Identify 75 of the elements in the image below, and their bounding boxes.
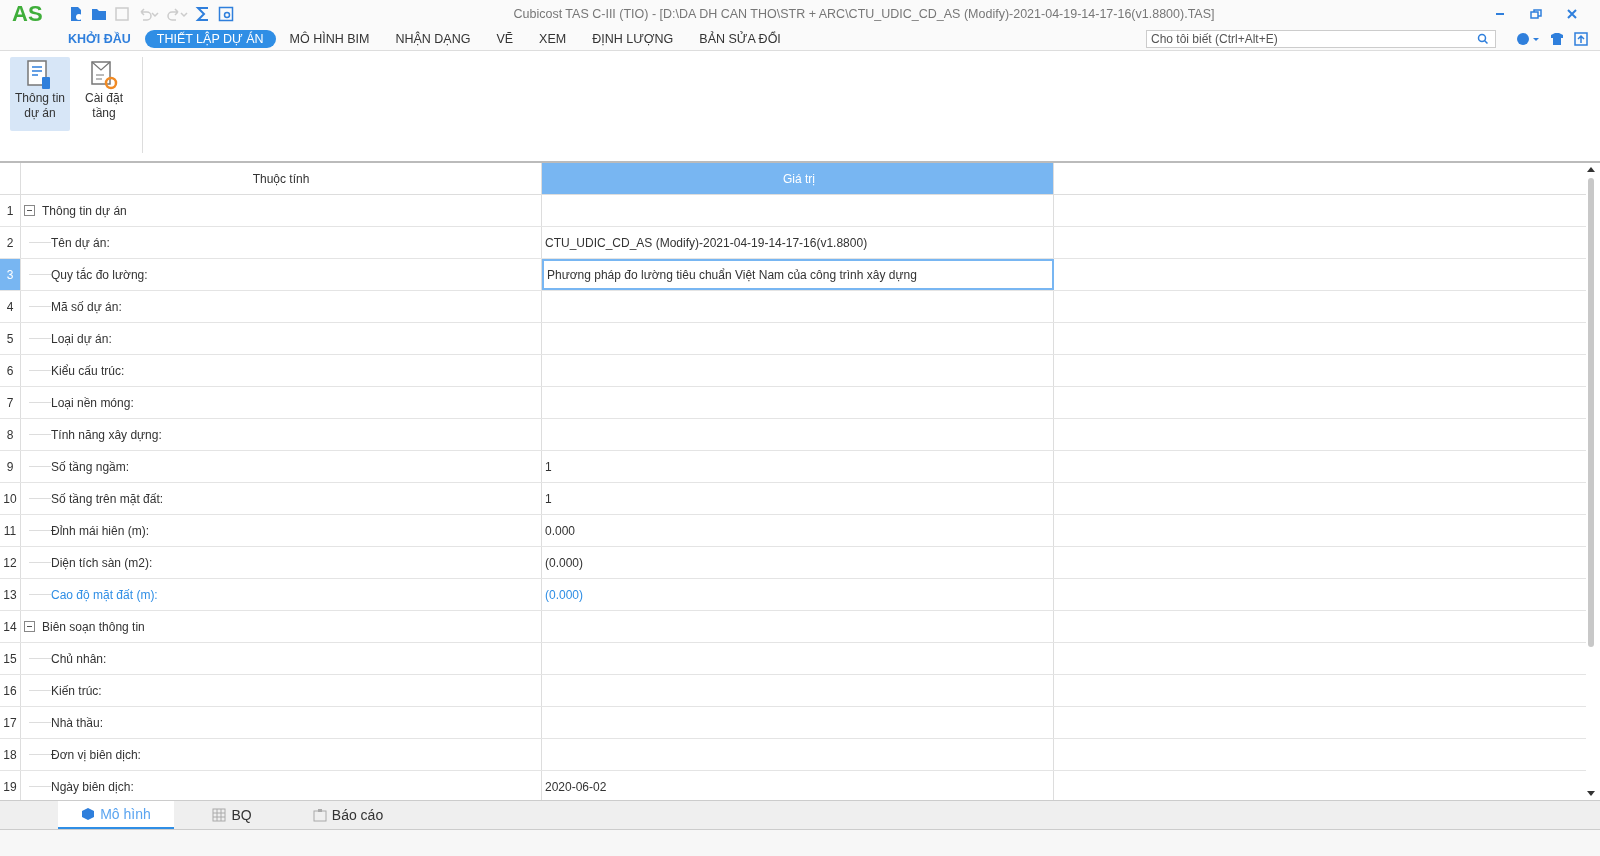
window-title: Cubicost TAS C-III (TIO) - [D:\DA DH CAN THO\STR + ARC\CTU_UDIC_CD_AS (Modify)-2021-04-19-14-17-16(v1.8800).TAS] xyxy=(513,7,1215,21)
grid-icon xyxy=(212,808,227,822)
menu-tab[interactable]: VẼ xyxy=(484,30,526,48)
property-label: Tính năng xây dựng: xyxy=(51,427,162,442)
search-field[interactable]: Cho tôi biết (Ctrl+Alt+E) xyxy=(1146,30,1496,48)
row-number: 17 xyxy=(0,707,21,738)
property-label: Ngày biên dịch: xyxy=(51,779,134,794)
row-number: 14 xyxy=(0,611,21,642)
bottom-tab[interactable]: BQ xyxy=(174,801,290,829)
search-icon[interactable] xyxy=(1477,33,1489,45)
help-icon[interactable] xyxy=(1516,32,1540,46)
row-number: 18 xyxy=(0,739,21,770)
shirt-icon[interactable] xyxy=(1550,32,1564,46)
close-icon[interactable] xyxy=(1566,8,1578,20)
row-number: 2 xyxy=(0,227,21,258)
menu-tab[interactable]: XEM xyxy=(527,30,579,48)
restore-icon[interactable] xyxy=(1530,8,1542,20)
row-number: 10 xyxy=(0,483,21,514)
value-cell[interactable]: 1 xyxy=(542,483,1054,514)
row-number: 4 xyxy=(0,291,21,322)
row-number: 9 xyxy=(0,451,21,482)
new-file-icon[interactable] xyxy=(68,6,84,22)
value-cell[interactable]: 1 xyxy=(542,451,1054,482)
menu-tab[interactable]: ĐỊNH LƯỢNG xyxy=(580,30,686,48)
ribbon-button[interactable]: Cài đặt tầng xyxy=(74,57,134,131)
property-label: Kiến trúc: xyxy=(51,683,102,698)
cube-icon xyxy=(81,807,96,821)
property-label: Loại nền móng: xyxy=(51,395,134,410)
row-number: 8 xyxy=(0,419,21,450)
property-label: Loại dự án: xyxy=(51,331,112,346)
menu-tab[interactable]: KHỞI ĐẦU xyxy=(56,30,143,48)
menu-tab[interactable]: NHẬN DẠNG xyxy=(383,30,483,48)
property-label: Tên dự án: xyxy=(51,235,110,250)
property-label: Kiểu cấu trúc: xyxy=(51,363,125,378)
row-number: 1 xyxy=(0,195,21,226)
row-number: 11 xyxy=(0,515,21,546)
value-cell[interactable]: (0.000) xyxy=(542,579,1054,610)
menu-tab[interactable]: MÔ HÌNH BIM xyxy=(277,30,382,48)
property-label: Số tầng trên mặt đất: xyxy=(51,491,164,506)
property-label: Mã số dự án: xyxy=(51,299,122,314)
property-label: Số tầng ngầm: xyxy=(51,459,130,474)
property-label: Đỉnh mái hiên (m): xyxy=(51,523,150,538)
value-cell[interactable]: Phương pháp đo lường tiêu chuẩn Việt Nam của công trình xây dựng xyxy=(542,259,1054,290)
row-number: 7 xyxy=(0,387,21,418)
column-header: Giá trị xyxy=(542,163,1054,194)
property-label: Diện tích sàn (m2): xyxy=(51,555,153,570)
menu-tab[interactable]: BẢN SỬA ĐỔI xyxy=(687,30,793,48)
ribbon-button[interactable]: Thông tin dự án xyxy=(10,57,70,131)
bottom-tab[interactable]: Báo cáo xyxy=(290,801,406,829)
envelope-gear-icon xyxy=(89,59,119,91)
upload-icon[interactable] xyxy=(1574,32,1588,46)
group-label: Biên soạn thông tin xyxy=(42,619,145,634)
row-number: 15 xyxy=(0,643,21,674)
clipboard-icon xyxy=(312,808,327,822)
row-number: 3 xyxy=(0,259,21,290)
value-cell[interactable]: (0.000) xyxy=(542,547,1054,578)
value-cell[interactable]: 0.000 xyxy=(542,515,1054,546)
row-number: 6 xyxy=(0,355,21,386)
property-label: Cao độ mặt đất (m): xyxy=(51,587,158,602)
row-number: 5 xyxy=(0,323,21,354)
value-cell[interactable]: CTU_UDIC_CD_AS (Modify)-2021-04-19-14-17-16(v1.8800) xyxy=(542,227,1054,258)
group-label: Thông tin dự án xyxy=(42,203,127,218)
property-label: Đơn vị biên dịch: xyxy=(51,747,141,762)
row-number: 13 xyxy=(0,579,21,610)
sum-icon[interactable] xyxy=(195,6,211,22)
row-number: 16 xyxy=(0,675,21,706)
property-label: Quy tắc đo lường: xyxy=(51,267,148,282)
property-label: Chủ nhân: xyxy=(51,651,107,666)
folder-icon[interactable] xyxy=(91,6,107,22)
row-number: 12 xyxy=(0,547,21,578)
property-label: Nhà thầu: xyxy=(51,715,104,730)
table-search-icon[interactable] xyxy=(218,6,234,22)
collapse-toggle[interactable] xyxy=(24,621,35,632)
collapse-toggle[interactable] xyxy=(24,205,35,216)
app-logo: AS xyxy=(12,1,44,27)
